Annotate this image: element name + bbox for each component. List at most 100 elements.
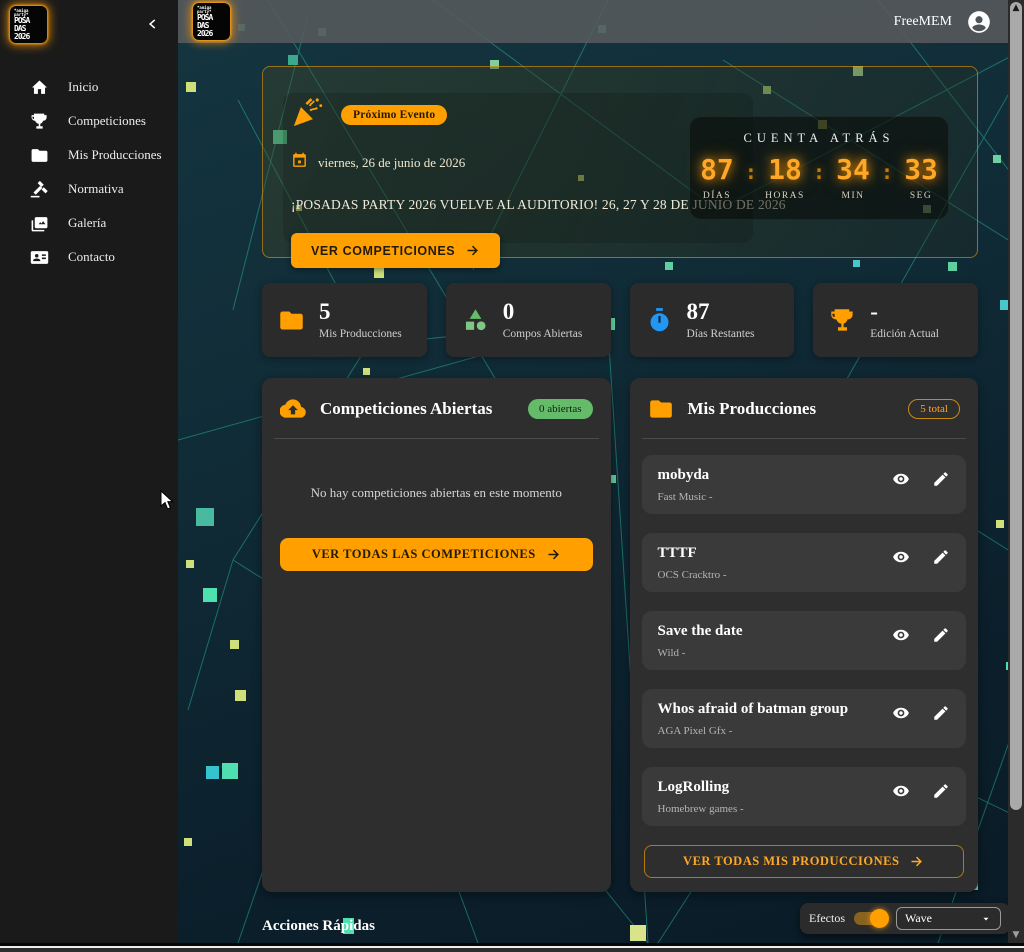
- stat-value: 5: [319, 300, 402, 324]
- countdown-separator: :: [745, 160, 757, 184]
- ver-todas-producciones-button[interactable]: VER TODAS MIS PRODUCCIONES: [644, 845, 965, 878]
- stat-card-dias: 87 Días Restantes: [630, 283, 795, 357]
- stats-row: 5 Mis Producciones 0 Compos Abiertas 87 …: [262, 283, 978, 357]
- view-icon[interactable]: [892, 782, 910, 800]
- sidebar-item-inicio[interactable]: Inicio: [0, 70, 178, 104]
- production-item: LogRolling Homebrew games -: [642, 767, 967, 826]
- sidebar-item-label: Contacto: [68, 249, 115, 265]
- logo-line: 2026: [197, 30, 226, 38]
- folder-icon: [648, 396, 674, 422]
- ver-competiciones-button[interactable]: VER COMPETICIONES: [291, 233, 500, 268]
- divider: [642, 438, 967, 439]
- ver-todas-producciones-label: VER TODAS MIS PRODUCCIONES: [683, 854, 899, 869]
- sidebar-item-competiciones[interactable]: Competiciones: [0, 104, 178, 138]
- production-meta: Fast Music -: [658, 491, 893, 503]
- production-meta: AGA Pixel Gfx -: [658, 725, 893, 737]
- production-name: mobyda: [658, 467, 893, 484]
- countdown-box: CUENTA ATRÁS 87DÍAS : 18HORAS : 34MIN : …: [689, 116, 949, 220]
- countdown-seconds: 33: [895, 156, 947, 184]
- stat-value: -: [870, 300, 939, 324]
- competitions-panel: Competiciones Abiertas 0 abiertas No hay…: [262, 378, 611, 892]
- topbar-logo: *amiga party* POSA DAS 2026: [193, 3, 230, 40]
- countdown-hours: 18: [759, 156, 811, 184]
- sidebar-item-normativa[interactable]: Normativa: [0, 172, 178, 206]
- horizontal-scrollbar[interactable]: [0, 943, 1024, 952]
- home-icon: [30, 78, 49, 97]
- edit-icon[interactable]: [932, 548, 950, 566]
- account-circle-icon[interactable]: [966, 9, 992, 35]
- divider: [274, 438, 599, 439]
- content: Próximo Evento viernes, 26 de junio de 2…: [262, 43, 978, 943]
- stat-value: 87: [687, 300, 755, 324]
- edit-icon[interactable]: [932, 626, 950, 644]
- category-icon: [462, 307, 489, 334]
- open-count-badge: 0 abiertas: [528, 399, 592, 419]
- event-date: viernes, 26 de junio de 2026: [318, 155, 465, 171]
- gallery-icon: [30, 214, 49, 233]
- chevron-left-icon: [146, 17, 160, 31]
- scroll-down-arrow[interactable]: ▼: [1008, 930, 1024, 940]
- sidebar-item-contacto[interactable]: Contacto: [0, 240, 178, 274]
- sidebar-item-label: Mis Producciones: [68, 147, 162, 163]
- view-icon[interactable]: [892, 626, 910, 644]
- arrow-right-icon: [546, 547, 561, 562]
- sidebar-collapse-button[interactable]: [142, 13, 164, 35]
- stat-card-producciones: 5 Mis Producciones: [262, 283, 427, 357]
- countdown-minutes: 34: [827, 156, 879, 184]
- countdown-separator: :: [881, 160, 893, 184]
- countdown-days: 87: [691, 156, 743, 184]
- edit-icon[interactable]: [932, 704, 950, 722]
- effects-panel: Efectos Wave: [800, 903, 1010, 934]
- stat-label: Días Restantes: [687, 328, 755, 340]
- countdown-days-label: DÍAS: [691, 191, 743, 201]
- sidebar-item-label: Competiciones: [68, 113, 146, 129]
- logo-line: 2026: [14, 33, 43, 41]
- topbar: *amiga party* POSA DAS 2026 FreeMEM: [178, 0, 1024, 43]
- timer-icon: [646, 307, 673, 334]
- main-area: *amiga party* POSA DAS 2026 FreeMEM Próx…: [178, 0, 1024, 943]
- effects-toggle[interactable]: [854, 912, 887, 925]
- production-meta: Homebrew games -: [658, 803, 893, 815]
- ver-todas-competiciones-label: VER TODAS LAS COMPETICIONES: [312, 547, 536, 562]
- next-event-badge: Próximo Evento: [341, 105, 447, 125]
- stat-card-edicion: - Edición Actual: [813, 283, 978, 357]
- hero-banner: Próximo Evento viernes, 26 de junio de 2…: [262, 66, 978, 258]
- ver-todas-competiciones-button[interactable]: VER TODAS LAS COMPETICIONES: [280, 538, 593, 571]
- productions-panel: Mis Producciones 5 total mobyda Fast Mus…: [630, 378, 979, 892]
- edit-icon[interactable]: [932, 470, 950, 488]
- toggle-knob: [870, 909, 889, 928]
- trophy-icon: [30, 112, 49, 131]
- production-name: LogRolling: [658, 779, 893, 796]
- production-meta: OCS Cracktro -: [658, 569, 893, 581]
- scrollbar-thumb[interactable]: [1010, 2, 1022, 810]
- production-name: Save the date: [658, 623, 893, 640]
- view-icon[interactable]: [892, 470, 910, 488]
- sidebar-item-label: Normativa: [68, 181, 124, 197]
- party-popper-icon: [291, 95, 325, 134]
- countdown-separator: :: [813, 160, 825, 184]
- sidebar-item-galeria[interactable]: Galería: [0, 206, 178, 240]
- total-count-badge: 5 total: [908, 399, 960, 419]
- countdown-minutes-label: MIN: [827, 191, 879, 201]
- production-name: Whos afraid of batman group: [658, 701, 893, 718]
- view-icon[interactable]: [892, 548, 910, 566]
- view-icon[interactable]: [892, 704, 910, 722]
- stat-value: 0: [503, 300, 583, 324]
- stat-card-compos: 0 Compos Abiertas: [446, 283, 611, 357]
- calendar-icon: [291, 152, 308, 173]
- production-item: TTTF OCS Cracktro -: [642, 533, 967, 592]
- effect-select[interactable]: Wave: [896, 907, 1001, 930]
- vertical-scrollbar[interactable]: ▲ ▼: [1008, 0, 1024, 943]
- scroll-up-arrow[interactable]: ▲: [1008, 3, 1024, 13]
- production-item: Whos afraid of batman group AGA Pixel Gf…: [642, 689, 967, 748]
- production-item: Save the date Wild -: [642, 611, 967, 670]
- cloud-upload-icon: [280, 396, 306, 422]
- sidebar-item-mis-producciones[interactable]: Mis Producciones: [0, 138, 178, 172]
- stat-label: Edición Actual: [870, 328, 939, 340]
- sidebar: *amiga party* POSA DAS 2026 Inicio Compe…: [0, 0, 178, 943]
- countdown-hours-label: HORAS: [759, 191, 811, 201]
- stat-label: Compos Abiertas: [503, 328, 583, 340]
- trophy-icon: [829, 307, 856, 334]
- edit-icon[interactable]: [932, 782, 950, 800]
- production-item: mobyda Fast Music -: [642, 455, 967, 514]
